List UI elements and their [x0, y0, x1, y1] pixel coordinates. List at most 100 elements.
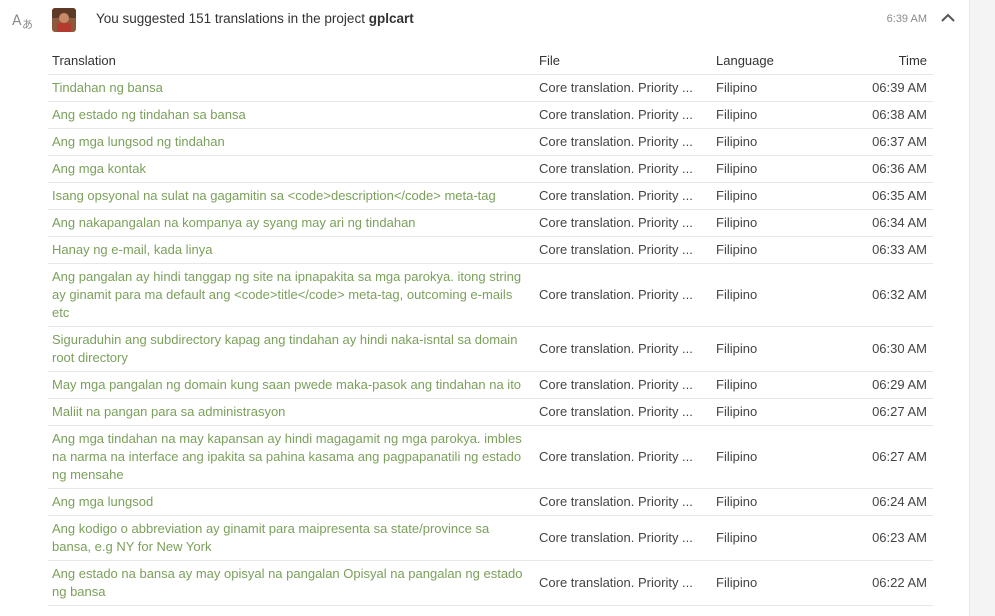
translation-cell: Hanay ng e-mail, kada linya: [48, 236, 535, 264]
time-cell: 06:30 AM: [832, 326, 933, 372]
file-cell: Core translation. Priority ...: [535, 155, 712, 183]
time-cell: 06:33 AM: [872, 242, 927, 257]
file-cell: Core translation. Priority ...: [535, 74, 712, 102]
translation-link[interactable]: Ang mga kontak: [52, 161, 146, 176]
translation-cell: Ang pangalan ay hindi tanggap ng site na…: [48, 263, 535, 327]
translation-cell: Maliit na pangan para sa administrasyon: [48, 398, 535, 426]
language-cell: Filipino: [712, 560, 832, 606]
language-cell: Filipino: [712, 326, 832, 372]
headline-text: You suggested 151 translations in the pr…: [96, 11, 365, 26]
time-cell: 06:24 AM: [872, 494, 927, 509]
language-cell: Filipino: [712, 515, 832, 561]
language-cell: Filipino: [716, 494, 758, 509]
translation-link[interactable]: May mga pangalan ng domain kung saan pwe…: [52, 377, 521, 392]
file-cell: Core translation. Priority ...: [535, 560, 712, 606]
translation-cell: Tindahan ng bansa: [48, 74, 535, 102]
time-cell: 06:32 AM: [872, 287, 927, 302]
translation-cell: Ang estado ng tindahan sa bansa: [48, 101, 535, 129]
table-row: Ang mga lungsod Core translation. Priorit…: [48, 488, 933, 516]
language-cell: Filipino: [712, 488, 832, 516]
translation-cell: Ang nakapangalan na kompanya ay syang ma…: [48, 209, 535, 237]
translation-link[interactable]: Maliit na pangan para sa administrasyon: [52, 404, 285, 419]
time-cell: 06:30 AM: [872, 341, 927, 356]
translation-link[interactable]: Ang mga lungsod: [52, 494, 153, 509]
table-row: Ang estado ng tindahan sa bansa Core tran…: [48, 101, 933, 129]
table-row: May mga pangalan ng domain kung saan pwe…: [48, 371, 933, 399]
file-cell: Core translation. Priority ...: [539, 494, 693, 509]
translation-link[interactable]: Tindahan ng bansa: [52, 80, 163, 95]
table-row: Ang mga lungsod ng tindahan Core translat…: [48, 128, 933, 156]
language-cell: Filipino: [716, 215, 758, 230]
translation-link[interactable]: Ang estado ng tindahan sa bansa: [52, 107, 246, 122]
language-cell: Filipino: [716, 188, 758, 203]
file-cell: Core translation. Priority ...: [539, 161, 693, 176]
translation-cell: Ang mga kontak: [48, 155, 535, 183]
file-cell: Core translation. Priority ...: [535, 488, 712, 516]
file-cell: Core translation. Priority ...: [535, 128, 712, 156]
file-cell: Core translation. Priority ...: [535, 398, 712, 426]
time-cell: 06:38 AM: [832, 101, 933, 129]
translation-link[interactable]: Ang pangalan ay hindi tanggap ng site na…: [52, 269, 521, 320]
translation-cell: Siguraduhin ang subdirectory kapag ang t…: [48, 326, 535, 372]
language-cell: Filipino: [712, 236, 832, 264]
language-cell: Filipino: [716, 80, 758, 95]
translation-link[interactable]: Ang mga lungsod ng tindahan: [52, 134, 225, 149]
file-cell: Core translation. Priority ...: [539, 449, 693, 464]
time-cell: 06:33 AM: [832, 236, 933, 264]
time-cell: 06:37 AM: [872, 134, 927, 149]
file-cell: Core translation. Priority ...: [539, 341, 693, 356]
column-header-file: File: [535, 50, 712, 75]
time-cell: 06:23 AM: [872, 530, 927, 545]
translation-link[interactable]: Siguraduhin ang subdirectory kapag ang t…: [52, 332, 517, 365]
table-header-row: Translation File Language Time: [48, 50, 933, 75]
translations-table: Translation File Language Time Tindahan …: [48, 50, 933, 606]
language-cell: Filipino: [712, 74, 832, 102]
translation-cell: Ang mga lungsod: [48, 488, 535, 516]
time-cell: 06:36 AM: [832, 155, 933, 183]
user-avatar[interactable]: [52, 8, 76, 32]
translation-cell: Ang estado na bansa ay may opisyal na pa…: [48, 560, 535, 606]
project-name[interactable]: gplcart: [369, 11, 414, 26]
translation-cell: Isang opsyonal na sulat na gagamitin sa …: [48, 182, 535, 210]
column-header-language: Language: [712, 50, 832, 75]
time-cell: 06:27 AM: [872, 404, 927, 419]
file-cell: Core translation. Priority ...: [535, 371, 712, 399]
translation-link[interactable]: Hanay ng e-mail, kada linya: [52, 242, 212, 257]
translation-link[interactable]: Ang nakapangalan na kompanya ay syang ma…: [52, 215, 416, 230]
file-cell: Core translation. Priority ...: [535, 101, 712, 129]
file-cell: Core translation. Priority ...: [539, 377, 693, 392]
time-cell: 06:39 AM: [832, 74, 933, 102]
translation-link[interactable]: Ang estado na bansa ay may opisyal na pa…: [52, 566, 523, 599]
language-cell: Filipino: [716, 161, 758, 176]
time-cell: 06:39 AM: [872, 80, 927, 95]
activity-time: 6:39 AM: [886, 13, 927, 25]
language-cell: Filipino: [712, 128, 832, 156]
time-cell: 06:36 AM: [872, 161, 927, 176]
time-cell: 06:37 AM: [832, 128, 933, 156]
language-cell: Filipino: [716, 242, 758, 257]
table-row: Ang nakapangalan na kompanya ay syang ma…: [48, 209, 933, 237]
time-cell: 06:34 AM: [872, 215, 927, 230]
file-cell: Core translation. Priority ...: [535, 425, 712, 489]
translation-link[interactable]: Isang opsyonal na sulat na gagamitin sa …: [52, 188, 496, 203]
file-cell: Core translation. Priority ...: [539, 404, 693, 419]
language-cell: Filipino: [712, 398, 832, 426]
file-cell: Core translation. Priority ...: [539, 530, 693, 545]
file-cell: Core translation. Priority ...: [539, 134, 693, 149]
table-row: Hanay ng e-mail, kada linya Core translat…: [48, 236, 933, 264]
translation-link[interactable]: Ang mga tindahan na may kapansan ay hind…: [52, 431, 522, 482]
file-cell: Core translation. Priority ...: [535, 326, 712, 372]
table-row: Isang opsyonal na sulat na gagamitin sa …: [48, 182, 933, 210]
translation-cell: Ang kodigo o abbreviation ay ginamit par…: [48, 515, 535, 561]
time-cell: 06:35 AM: [872, 188, 927, 203]
language-cell: Filipino: [712, 101, 832, 129]
translation-cell: May mga pangalan ng domain kung saan pwe…: [48, 371, 535, 399]
translation-link[interactable]: Ang kodigo o abbreviation ay ginamit par…: [52, 521, 489, 554]
table-row: Ang estado na bansa ay may opisyal na pa…: [48, 560, 933, 606]
time-cell: 06:29 AM: [872, 377, 927, 392]
language-cell: Filipino: [712, 182, 832, 210]
chevron-up-icon[interactable]: [939, 10, 957, 26]
file-cell: Core translation. Priority ...: [535, 209, 712, 237]
language-cell: Filipino: [716, 404, 758, 419]
translate-icon: A あ: [12, 10, 34, 31]
